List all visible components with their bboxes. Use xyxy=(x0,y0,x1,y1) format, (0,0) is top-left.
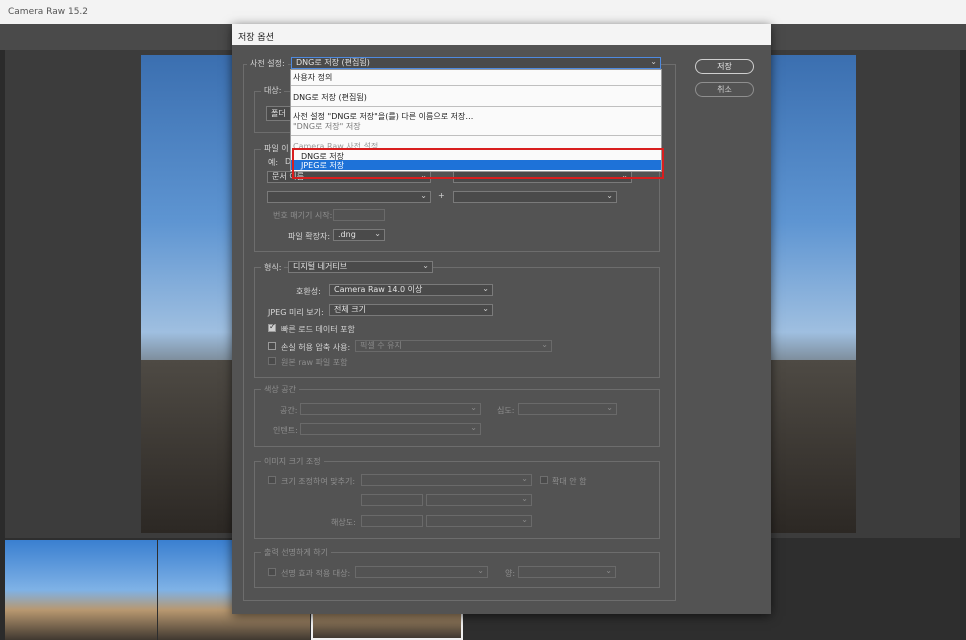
color-space-legend: 색상 공간 xyxy=(261,384,299,395)
space-label: 공간: xyxy=(280,406,298,415)
compatibility-label: 호환성: xyxy=(296,287,321,296)
chevron-down-icon: ⌄ xyxy=(482,304,489,313)
menu-separator xyxy=(291,85,661,86)
resolution-unit-select: ⌄ xyxy=(426,515,532,527)
sharpen-target-select: ⌄ xyxy=(355,566,488,578)
sharpen-checkbox xyxy=(268,568,276,576)
color-space-group xyxy=(254,389,660,447)
sharpen-label: 선명 효과 적용 대상: xyxy=(281,569,351,578)
preset-select-value: DNG로 저장 (편집됨) xyxy=(296,58,370,67)
format-select[interactable]: 디지털 네거티브 ⌄ xyxy=(288,261,433,273)
begin-number-label: 번호 매기기 시작: xyxy=(273,211,333,220)
plus-sign: + xyxy=(438,191,445,200)
jpeg-preview-value: 전체 크기 xyxy=(334,305,366,314)
file-extension-select[interactable]: .dng ⌄ xyxy=(333,229,385,241)
intent-select: ⌄ xyxy=(300,423,481,435)
chevron-down-icon: ⌄ xyxy=(470,423,477,432)
save-button[interactable]: 저장 xyxy=(695,59,754,74)
chevron-down-icon: ⌄ xyxy=(541,340,548,349)
lossy-compression-label: 손실 허용 압축 사용: xyxy=(281,343,351,352)
begin-number-input xyxy=(333,209,385,221)
size-value-input xyxy=(361,494,423,506)
no-enlarge-checkbox xyxy=(540,476,548,484)
chevron-down-icon: ⌄ xyxy=(477,566,484,575)
chevron-down-icon: ⌄ xyxy=(422,261,429,270)
jpeg-preview-select[interactable]: 전체 크기 ⌄ xyxy=(329,304,493,316)
lossy-compression-value: 픽셀 수 유지 xyxy=(360,341,402,350)
depth-select: ⌄ xyxy=(518,403,617,415)
chevron-down-icon: ⌄ xyxy=(420,191,427,200)
lossy-compression-checkbox[interactable] xyxy=(268,342,276,350)
compatibility-select[interactable]: Camera Raw 14.0 이상 ⌄ xyxy=(329,284,493,296)
dialog-title-bar: 저장 옵션 xyxy=(232,24,771,45)
chevron-down-icon: ⌄ xyxy=(606,403,613,412)
chevron-down-icon: ⌄ xyxy=(521,494,528,503)
chevron-down-icon: ⌄ xyxy=(470,403,477,412)
lossy-compression-select: 픽셀 수 유지 ⌄ xyxy=(355,340,552,352)
fast-load-label: 빠른 로드 데이터 포함 xyxy=(281,325,355,334)
window-title-bar: Camera Raw 15.2 xyxy=(0,0,966,24)
file-naming-field-3[interactable]: ⌄ xyxy=(267,191,431,203)
image-size-legend: 이미지 크기 조정 xyxy=(261,456,324,467)
example-label: 예: xyxy=(268,158,279,167)
menu-separator xyxy=(291,135,661,136)
output-sharpening-legend: 출력 선명하게 하기 xyxy=(261,547,331,558)
preset-select[interactable]: DNG로 저장 (편집됨) ⌄ xyxy=(291,57,661,69)
chevron-down-icon: ⌄ xyxy=(482,284,489,293)
no-enlarge-label: 확대 안 함 xyxy=(552,477,587,486)
menu-item-save-dng-edited[interactable]: DNG로 저장 (편집됨) xyxy=(293,92,367,103)
file-naming-legend: 파일 이 xyxy=(261,143,292,154)
file-extension-value: .dng xyxy=(338,230,356,239)
window-title: Camera Raw 15.2 xyxy=(8,7,89,17)
dialog-title: 저장 옵션 xyxy=(238,33,274,43)
destination-legend: 대상: xyxy=(261,85,285,96)
file-extension-label: 파일 확장자: xyxy=(288,232,331,241)
resize-label: 크기 조정하여 맞추기: xyxy=(281,477,356,486)
resolution-input xyxy=(361,515,423,527)
resize-checkbox xyxy=(268,476,276,484)
jpeg-preview-label: JPEG 미리 보기: xyxy=(268,308,324,317)
size-unit-select: ⌄ xyxy=(426,494,532,506)
depth-label: 심도: xyxy=(497,406,515,415)
menu-separator xyxy=(291,106,661,107)
menu-item-custom[interactable]: 사용자 정의 xyxy=(293,72,332,83)
preset-label: 사전 설정: xyxy=(247,58,288,69)
chevron-down-icon: ⌄ xyxy=(605,566,612,575)
filmstrip-thumbnail[interactable] xyxy=(5,540,157,640)
embed-raw-checkbox xyxy=(268,357,276,365)
menu-item-save-preset[interactable]: "DNG로 저장" 저장 xyxy=(293,121,361,132)
resize-select: ⌄ xyxy=(361,474,532,486)
annotation-highlight-box xyxy=(292,148,664,179)
chevron-down-icon: ⌄ xyxy=(374,229,381,238)
chevron-down-icon: ⌄ xyxy=(650,57,657,66)
space-select: ⌄ xyxy=(300,403,481,415)
chevron-down-icon: ⌄ xyxy=(521,474,528,483)
embed-raw-label: 원본 raw 파일 포함 xyxy=(281,358,348,367)
chevron-down-icon: ⌄ xyxy=(606,191,613,200)
amount-label: 양: xyxy=(505,569,516,578)
compatibility-value: Camera Raw 14.0 이상 xyxy=(334,285,423,294)
cancel-button[interactable]: 취소 xyxy=(695,82,754,97)
format-label: 형식: xyxy=(261,262,285,273)
fast-load-checkbox[interactable] xyxy=(268,322,276,332)
chevron-down-icon: ⌄ xyxy=(521,515,528,524)
format-select-value: 디지털 네거티브 xyxy=(293,262,348,271)
amount-select: ⌄ xyxy=(518,566,616,578)
file-naming-field-4[interactable]: ⌄ xyxy=(453,191,617,203)
resolution-label: 해상도: xyxy=(331,518,356,527)
intent-label: 인텐트: xyxy=(273,426,298,435)
